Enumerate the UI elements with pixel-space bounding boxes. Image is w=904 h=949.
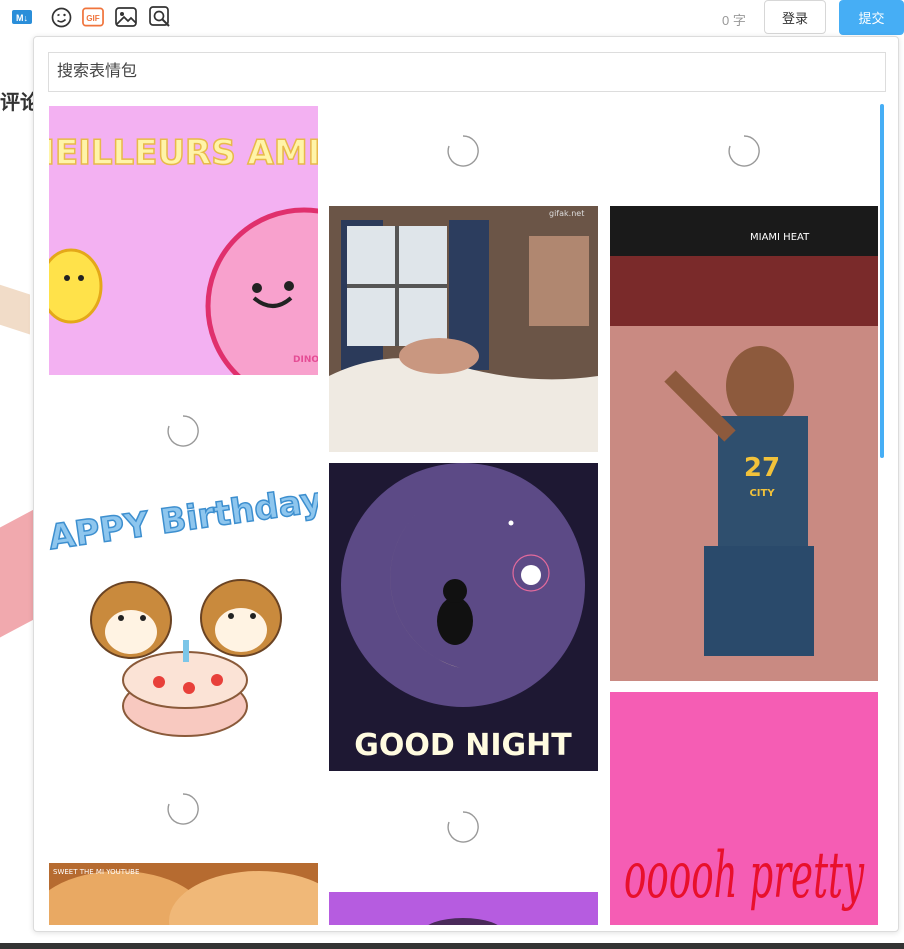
gif-jersey-number: 27 [744, 453, 780, 483]
gif-item-good-night[interactable]: GOOD NIGHT [329, 463, 598, 771]
gif-item-basketball[interactable]: MIAMI HEAT 27 CITY [610, 206, 878, 681]
gif-picker-panel: MEILLEURS AMIS DINO SALLY HAPPY Birthday [33, 36, 899, 932]
gif-search-box [48, 52, 886, 92]
gif-watermark: gifak.net [549, 209, 584, 218]
gif-item-ooooh-pretty[interactable]: ooooh pretty [610, 692, 878, 925]
svg-text:GIF: GIF [86, 14, 100, 23]
background-decoration [0, 281, 30, 335]
gif-scoreboard: MIAMI HEAT [750, 232, 810, 243]
gif-caption: ooooh pretty [624, 839, 864, 913]
editor-toolbar: M↓ GIF 0 字 登录 提交 [0, 0, 904, 38]
loading-spinner-icon [728, 135, 760, 167]
gif-item-meilleurs-amis[interactable]: MEILLEURS AMIS DINO SALLY [49, 106, 318, 375]
gif-caption: GOOD NIGHT [354, 728, 572, 763]
loading-spinner-icon [167, 415, 199, 447]
login-button[interactable]: 登录 [764, 0, 826, 34]
gif-item-bed-jump[interactable]: gifak.net [329, 206, 598, 452]
gif-item-happy-birthday[interactable]: HAPPY Birthday [49, 490, 318, 755]
gif-caption: HAPPY Birthday [49, 490, 318, 562]
gif-item-bread[interactable]: SWEET THE MI YOUTUBE [49, 863, 318, 925]
word-count-unit: 字 [732, 13, 746, 28]
word-count-value: 0 [722, 13, 730, 28]
page-footer-strip [0, 943, 904, 949]
markdown-icon[interactable]: M↓ [11, 6, 33, 28]
loading-spinner-icon [447, 811, 479, 843]
scrollbar[interactable] [880, 104, 884, 458]
emoji-icon[interactable] [50, 6, 72, 28]
word-count: 0 字 [722, 10, 746, 29]
svg-text:M↓: M↓ [16, 13, 28, 23]
gif-brand: DINO SALLY [293, 355, 318, 365]
gif-icon[interactable]: GIF [82, 6, 104, 28]
submit-button[interactable]: 提交 [839, 0, 904, 35]
loading-spinner-icon [167, 793, 199, 825]
gif-caption: MEILLEURS AMIS [49, 133, 318, 173]
gif-item-purple[interactable] [329, 892, 598, 925]
gif-search-input[interactable] [49, 53, 885, 91]
gif-jersey-team: CITY [749, 488, 775, 499]
background-decoration [0, 509, 34, 641]
search-image-icon[interactable] [149, 6, 171, 28]
loading-spinner-icon [447, 135, 479, 167]
image-icon[interactable] [115, 6, 137, 28]
gif-watermark: SWEET THE MI YOUTUBE [53, 868, 139, 876]
